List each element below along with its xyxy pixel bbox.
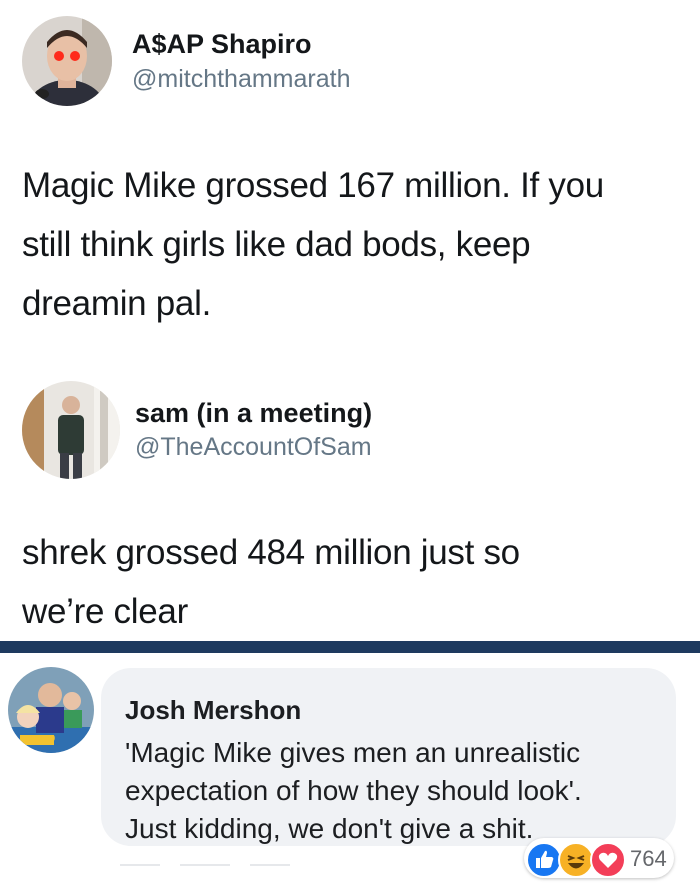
avatar[interactable]: DAY 20 — [8, 667, 94, 753]
like-icon — [526, 842, 562, 878]
display-name[interactable]: sam (in a meeting) — [135, 398, 372, 429]
haha-icon — [558, 842, 594, 878]
comment-bubble: Josh Mershon 'Magic Mike gives men an un… — [101, 668, 676, 846]
comment: DAY 20 Josh Mershon 'Magic Mike gives me… — [0, 653, 700, 891]
user-handle[interactable]: @TheAccountOfSam — [135, 433, 372, 462]
commenter-name[interactable]: Josh Mershon — [125, 695, 301, 726]
section-divider — [0, 641, 700, 653]
comment-text: 'Magic Mike gives men an unrealistic exp… — [125, 734, 665, 848]
comment-text-line: expectation of how they should look'. — [125, 775, 582, 806]
reaction-count: 764 — [630, 846, 667, 871]
comment-actions-faint — [120, 855, 440, 866]
tweet-text-line: shrek grossed 484 million just so — [22, 533, 520, 572]
love-icon — [590, 842, 626, 878]
tweet-text: shrek grossed 484 million just so we’re … — [22, 523, 682, 641]
avatar-caption: DAY 20 — [28, 734, 56, 743]
avatar[interactable] — [22, 381, 120, 479]
comment-text-line: 'Magic Mike gives men an unrealistic — [125, 737, 581, 768]
tweet-text-line: we’re clear — [22, 592, 188, 631]
tweet-2: sam (in a meeting) @TheAccountOfSam shre… — [0, 0, 700, 640]
reaction-summary[interactable]: 764 — [524, 838, 674, 878]
